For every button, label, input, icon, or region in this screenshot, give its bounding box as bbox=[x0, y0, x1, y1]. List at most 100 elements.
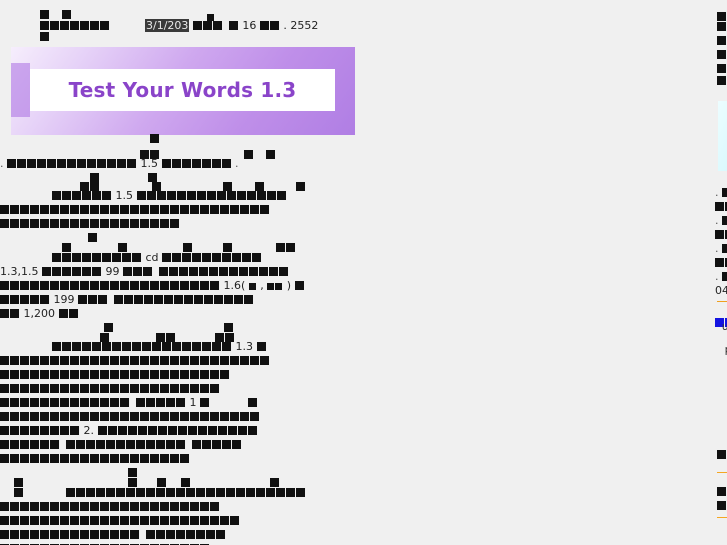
username-label: username : bbox=[721, 320, 727, 333]
tofu-text bbox=[722, 244, 727, 253]
tofu-text bbox=[722, 188, 727, 197]
tofu-text bbox=[259, 21, 280, 30]
left-number: cd bbox=[145, 251, 159, 264]
comment-divider bbox=[717, 517, 727, 518]
tofu-text bbox=[162, 253, 262, 262]
tofu-text bbox=[0, 384, 220, 393]
tofu-text bbox=[0, 502, 220, 511]
tofu-text bbox=[715, 258, 727, 267]
tofu-text bbox=[294, 281, 305, 290]
tofu-text bbox=[200, 398, 210, 407]
password-row: password : bbox=[717, 341, 727, 358]
tofu-text bbox=[40, 10, 72, 19]
contact-phone-alt-2: 0409358 bbox=[715, 284, 727, 297]
left-column: 3/1/203 16 . 2552 Test Your Words 1.3 . … bbox=[0, 0, 355, 545]
tofu-text bbox=[717, 487, 727, 496]
tofu-text bbox=[7, 159, 137, 168]
left-number: , bbox=[260, 279, 264, 292]
tofu-text bbox=[722, 216, 727, 225]
day-number: 16 bbox=[242, 19, 257, 32]
left-number: 1 bbox=[189, 396, 197, 409]
comment-item: panrudee 13/6/2011 bbox=[717, 520, 727, 543]
tofu-text bbox=[40, 32, 50, 41]
tofu-text bbox=[192, 21, 239, 30]
left-number: 199 bbox=[53, 293, 75, 306]
tofu-text bbox=[296, 182, 306, 191]
tofu-text bbox=[717, 64, 727, 73]
divider-wrap bbox=[715, 301, 727, 302]
comments-section: mananchaya 14/6/2011 panrudee 13/6/2011 bbox=[717, 400, 727, 545]
tofu-text bbox=[161, 159, 232, 168]
tofu-text bbox=[243, 150, 276, 159]
comment-divider bbox=[717, 472, 727, 473]
tofu-text bbox=[267, 283, 283, 290]
tofu-text bbox=[247, 398, 258, 407]
comment-item: mananchaya 14/6/2011 bbox=[717, 475, 727, 515]
tofu-text bbox=[0, 412, 260, 421]
selected-date-text[interactable]: 3/1/203 bbox=[145, 19, 190, 32]
banner-left-accent bbox=[11, 63, 30, 117]
tofu-text bbox=[52, 342, 232, 351]
year-text: . 2552 bbox=[283, 19, 319, 32]
tofu-text bbox=[0, 356, 270, 365]
tofu-text bbox=[0, 295, 50, 304]
top-date-line: 3/1/203 16 . 2552 bbox=[0, 8, 355, 41]
tofu-text bbox=[0, 370, 230, 379]
tofu-text bbox=[717, 450, 727, 459]
tofu-text bbox=[41, 267, 102, 276]
tofu-text bbox=[717, 501, 727, 510]
tofu-text bbox=[717, 22, 727, 31]
password-label: password : bbox=[717, 343, 727, 356]
left-number: 2. bbox=[83, 424, 95, 437]
tofu-text bbox=[122, 267, 289, 276]
banner-test-your-words-for-school[interactable]: Test Your Words For School (สำหรับโรงเรี… bbox=[718, 101, 727, 171]
left-number: 1.3,1.5 bbox=[0, 265, 39, 278]
left-number: 1.6( bbox=[223, 279, 246, 292]
tofu-text bbox=[0, 309, 20, 318]
left-number: 1,200 bbox=[23, 307, 56, 320]
left-body-text: . 1.5 . 1.5 cd 1.3,1.5 99 1.6(,) 199 1… bbox=[0, 148, 355, 545]
left-number: 1.5 bbox=[115, 189, 134, 202]
tofu-text bbox=[717, 36, 727, 45]
tofu-text bbox=[248, 283, 257, 290]
tofu-text bbox=[97, 426, 258, 435]
tofu-text bbox=[0, 205, 270, 214]
tofu-text bbox=[0, 530, 226, 539]
tofu-text bbox=[256, 342, 267, 351]
tofu-text bbox=[136, 191, 287, 200]
right-heading-text bbox=[717, 10, 727, 76]
tofu-text bbox=[0, 440, 242, 449]
tofu-text bbox=[40, 21, 110, 30]
contact-line: 0840409358 warmboot@hotmail.com bbox=[717, 74, 727, 87]
tofu-text bbox=[14, 488, 24, 497]
tofu-text bbox=[0, 426, 80, 435]
tofu-text bbox=[0, 454, 190, 463]
tofu-text bbox=[276, 243, 296, 252]
right-column: 0840409358 warmboot@hotmail.com Test You… bbox=[357, 0, 727, 545]
left-number: 1.5 bbox=[140, 157, 159, 170]
tofu-text bbox=[52, 191, 112, 200]
left-number: 99 bbox=[105, 265, 120, 278]
tofu-text bbox=[65, 488, 306, 497]
tofu-text bbox=[722, 272, 727, 281]
banner-test-your-words[interactable]: Test Your Words 1.3 bbox=[11, 47, 355, 135]
tofu-text bbox=[0, 219, 180, 228]
right-feature-list: . . . . 04 bbox=[715, 180, 727, 338]
banner-title-box: Test Your Words 1.3 bbox=[30, 69, 335, 111]
divider bbox=[717, 301, 727, 302]
tofu-text bbox=[0, 516, 240, 525]
tofu-text bbox=[717, 50, 727, 59]
tofu-text bbox=[52, 253, 142, 262]
tofu-text bbox=[78, 295, 254, 304]
tofu-text bbox=[715, 230, 727, 239]
tofu-text bbox=[150, 134, 160, 143]
login-form: username : password : bbox=[717, 318, 727, 386]
tofu-text bbox=[717, 76, 727, 85]
username-row: username : bbox=[717, 318, 727, 335]
tofu-text bbox=[58, 309, 79, 318]
page-root: 3/1/203 16 . 2552 Test Your Words 1.3 . … bbox=[0, 0, 727, 545]
tofu-text bbox=[0, 281, 220, 290]
left-number: ) bbox=[286, 279, 292, 292]
tofu-text bbox=[0, 398, 186, 407]
tofu-text bbox=[715, 202, 727, 211]
